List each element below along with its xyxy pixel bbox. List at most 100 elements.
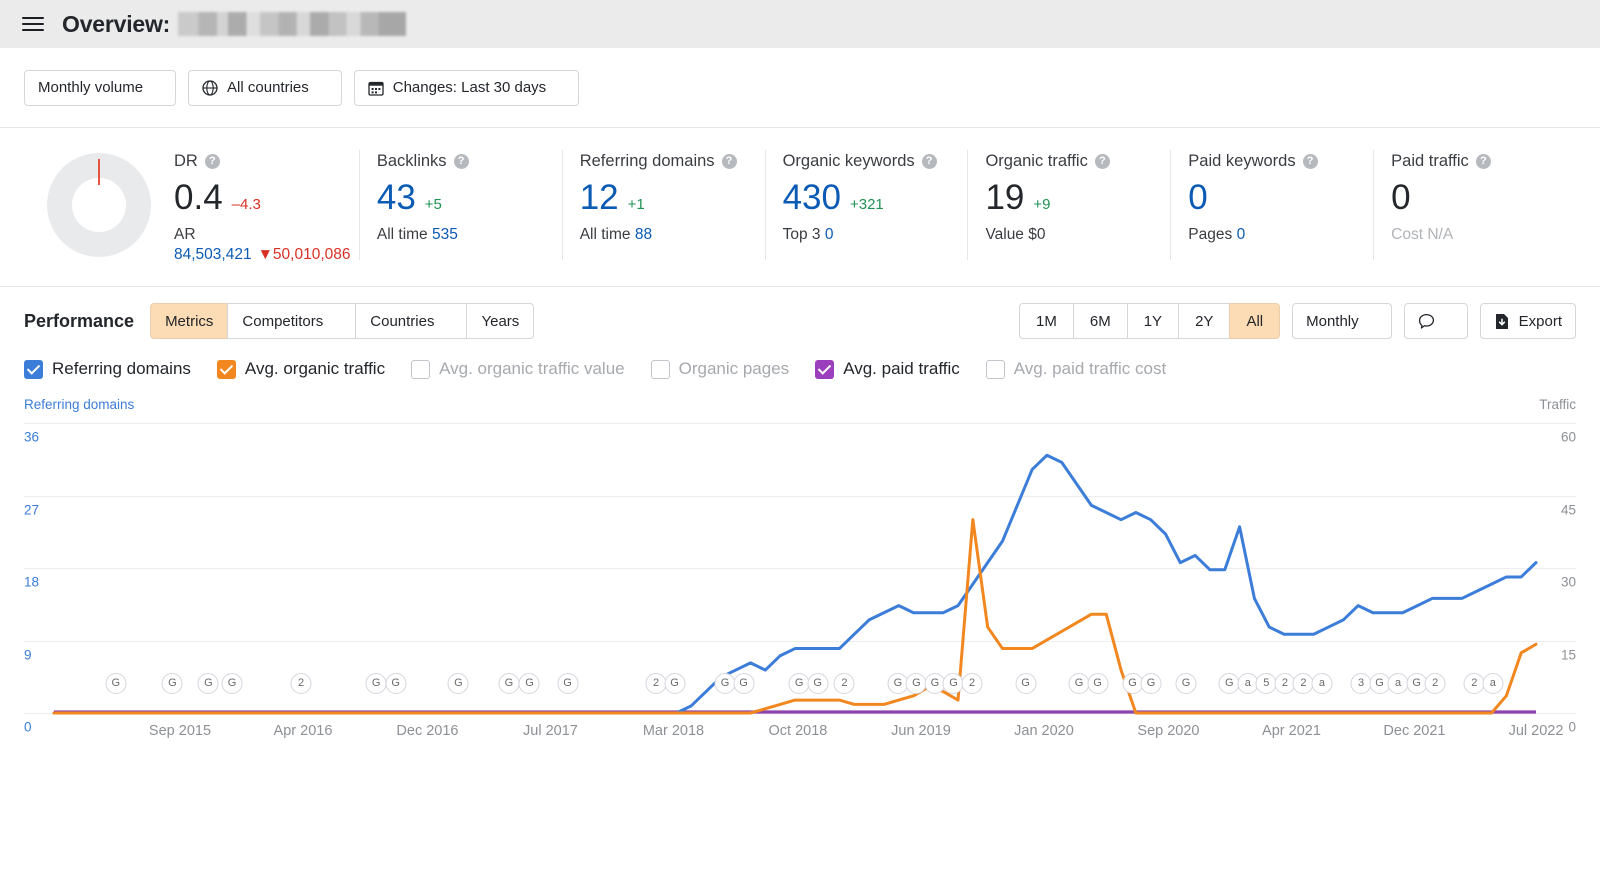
chart-annotation-marker[interactable]: G <box>664 673 686 694</box>
chart-annotation-marker[interactable]: G <box>518 673 540 694</box>
metric-backlinks-value[interactable]: 43 <box>377 180 416 215</box>
chart-annotation-marker[interactable]: G <box>557 673 579 694</box>
chart-annotation-marker[interactable]: 2 <box>961 673 983 694</box>
filter-changes-range[interactable]: Changes: Last 30 days <box>353 69 580 106</box>
chart-annotations: GGGG2GGGGGG2GGGGG2GGGG2GGGGGGGa522a3GaG2… <box>54 673 1536 699</box>
legend-avg-organic-traffic[interactable]: Avg. organic traffic <box>216 359 385 379</box>
tab-years[interactable]: Years <box>466 303 535 339</box>
chart-annotation-marker[interactable]: G <box>447 673 469 694</box>
chart-annotation-marker[interactable]: G <box>385 673 407 694</box>
annotations-dropdown[interactable] <box>1403 303 1468 339</box>
hamburger-icon[interactable] <box>22 17 44 31</box>
chart-annotation-marker[interactable]: 2 <box>290 673 312 694</box>
range-1m[interactable]: 1M <box>1019 303 1074 339</box>
metric-referring-domains-delta: +1 <box>627 196 645 213</box>
x-axis-label: Mar 2018 <box>642 723 705 739</box>
metric-organic-keywords-sub-value[interactable]: 0 <box>825 226 834 243</box>
chart-series <box>54 423 1536 713</box>
x-axis-label: Sep 2020 <box>1137 723 1200 739</box>
left-axis-tick: 27 <box>24 502 40 517</box>
metric-backlinks-delta: +5 <box>424 196 442 213</box>
metric-organic-keywords-sub-label: Top 3 <box>782 226 821 243</box>
checkbox-referring-domains[interactable] <box>24 359 43 379</box>
chart-annotation-marker[interactable]: 2 <box>833 673 855 694</box>
chart-annotation-marker[interactable]: G <box>1175 673 1197 694</box>
metric-paid-keywords-label: Paid keywords <box>1188 152 1296 170</box>
download-icon <box>1495 313 1508 329</box>
chart-annotation-marker[interactable]: G <box>733 673 755 694</box>
chart-annotation-marker[interactable]: G <box>105 673 127 694</box>
legend-referring-domains[interactable]: Referring domains <box>24 359 191 379</box>
checkbox-organic-pages[interactable] <box>650 359 670 379</box>
chart-annotation-marker[interactable]: G <box>1140 673 1162 694</box>
metric-dr-label: DR <box>174 152 198 170</box>
checkbox-avg-paid-traffic-cost[interactable] <box>985 359 1005 379</box>
legend-avg-paid-traffic[interactable]: Avg. paid traffic <box>815 359 960 379</box>
question-mark-icon[interactable]: ? <box>721 154 737 169</box>
chart-annotation-marker[interactable]: G <box>807 673 829 694</box>
metric-dr-delta: –4.3 <box>231 196 261 213</box>
metric-paid-keywords-sub-value[interactable]: 0 <box>1237 226 1246 243</box>
metric-organic-traffic: Organic traffic ? 19 +9 Value $0 <box>967 146 1170 264</box>
chart-annotation-marker[interactable]: 2 <box>1424 673 1446 694</box>
right-axis-tick: 30 <box>1560 574 1576 590</box>
legend-avg-paid-traffic-label: Avg. paid traffic <box>843 359 960 378</box>
metric-ar-delta: ▼50,010,086 <box>257 246 351 263</box>
export-label: Export <box>1518 312 1562 330</box>
question-mark-icon[interactable]: ? <box>1475 154 1491 169</box>
metric-organic-keywords-value[interactable]: 430 <box>783 180 841 215</box>
granularity-dropdown[interactable]: Monthly <box>1292 303 1392 339</box>
question-mark-icon[interactable]: ? <box>1094 154 1110 169</box>
speech-bubble-icon <box>1418 313 1434 329</box>
question-mark-icon[interactable]: ? <box>453 154 469 169</box>
chart-annotation-marker[interactable]: a <box>1482 673 1504 694</box>
tab-countries[interactable]: Countries <box>355 303 468 339</box>
range-6m-label: 6M <box>1089 312 1111 330</box>
range-2y[interactable]: 2Y <box>1178 303 1231 339</box>
metric-backlinks-sub-value[interactable]: 535 <box>432 226 458 243</box>
filter-bar: Monthly volume All countries Changes: La… <box>0 48 1600 128</box>
tab-countries-label: Countries <box>370 312 435 330</box>
chart-annotation-marker[interactable]: G <box>498 673 520 694</box>
metric-referring-domains-sub-value[interactable]: 88 <box>635 226 652 243</box>
legend-avg-organic-traffic-value[interactable]: Avg. organic traffic value <box>411 359 625 379</box>
chart-annotation-marker[interactable]: G <box>365 673 387 694</box>
checkbox-avg-paid-traffic[interactable] <box>815 359 835 379</box>
chart-annotation-marker[interactable]: G <box>197 673 219 694</box>
chart-annotation-marker[interactable]: G <box>1015 673 1037 694</box>
metric-ar-value[interactable]: 84,503,421 <box>174 246 252 264</box>
checkbox-avg-organic-traffic[interactable] <box>216 359 236 379</box>
legend-avg-paid-traffic-cost[interactable]: Avg. paid traffic cost <box>985 359 1166 379</box>
filter-all-countries-label: All countries <box>227 79 309 96</box>
x-axis-label: Jul 2017 <box>523 723 578 739</box>
metrics-panel: DR ? 0.4 –4.3 AR 84,503,421 ▼50,010,086 … <box>0 128 1600 287</box>
metric-referring-domains-sub-label: All time <box>579 226 631 243</box>
chart-annotation-marker[interactable]: a <box>1311 673 1333 694</box>
chart-annotation-marker[interactable]: G <box>1087 673 1109 694</box>
checkbox-avg-organic-traffic-value[interactable] <box>411 359 431 379</box>
right-axis-tick: 0 <box>1568 719 1576 735</box>
metric-backlinks: Backlinks ? 43 +5 All time 535 <box>358 146 562 264</box>
question-mark-icon[interactable]: ? <box>921 154 937 169</box>
chart-x-axis: Sep 2015 Apr 2016 Dec 2016 Jul 2017 Mar 2018… <box>54 723 1563 745</box>
chart-annotation-marker[interactable]: G <box>161 673 183 694</box>
right-axis-title: Traffic <box>1539 397 1576 412</box>
legend-organic-pages[interactable]: Organic pages <box>650 359 789 379</box>
metric-referring-domains-value[interactable]: 12 <box>580 180 619 215</box>
metric-organic-keywords-label: Organic keywords <box>782 152 915 170</box>
question-mark-icon[interactable]: ? <box>204 154 220 169</box>
question-mark-icon[interactable]: ? <box>1302 154 1318 169</box>
range-all[interactable]: All <box>1229 303 1281 339</box>
performance-chart: Referring domains Traffic 36 60 27 45 18 30 9 1… <box>24 397 1576 767</box>
range-1y[interactable]: 1Y <box>1126 303 1180 339</box>
x-axis-label: Oct 2018 <box>768 723 828 739</box>
tab-competitors[interactable]: Competitors <box>227 303 357 339</box>
tab-metrics[interactable]: Metrics <box>150 303 229 339</box>
range-6m[interactable]: 6M <box>1072 303 1128 339</box>
metric-paid-keywords-value[interactable]: 0 <box>1188 180 1207 215</box>
filter-all-countries[interactable]: All countries <box>188 69 342 106</box>
metric-organic-traffic-sub-value: $0 <box>1028 226 1046 243</box>
filter-monthly-volume[interactable]: Monthly volume <box>24 69 177 106</box>
export-button[interactable]: Export <box>1479 303 1576 339</box>
chart-annotation-marker[interactable]: G <box>221 673 243 694</box>
